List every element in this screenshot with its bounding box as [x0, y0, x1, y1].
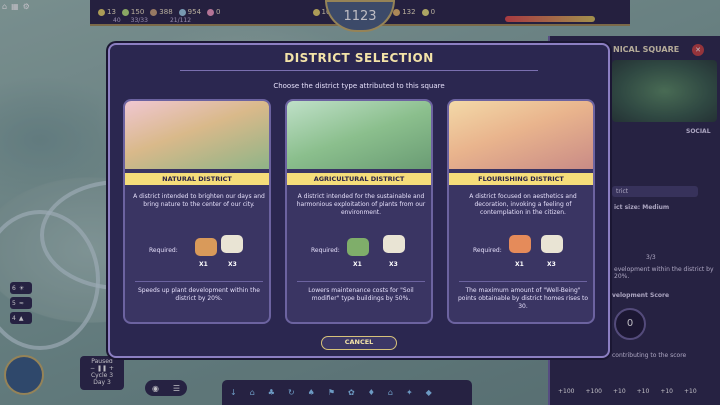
- building-icon: [509, 235, 531, 253]
- district-description: A district focused on aesthetics and dec…: [469, 193, 577, 216]
- dialog-subtitle: Choose the district type attributed to t…: [273, 82, 445, 90]
- building-icon: [347, 238, 369, 256]
- cancel-button[interactable]: CANCEL: [321, 336, 397, 350]
- citizen-icon: [221, 235, 243, 253]
- card-divider: [135, 281, 263, 282]
- dialog-title: DISTRICT SELECTION: [284, 51, 434, 65]
- citizen-qty: X3: [547, 261, 556, 268]
- district-illustration: [125, 101, 269, 169]
- citizen-qty: X3: [228, 261, 237, 268]
- citizen-icon: [541, 235, 563, 253]
- district-name: NATURAL DISTRICT: [125, 173, 269, 185]
- required-label: Required:: [149, 247, 178, 254]
- title-divider: [180, 70, 538, 71]
- citizen-icon: [383, 235, 405, 253]
- district-illustration: [449, 101, 593, 169]
- district-card-agricultural[interactable]: AGRICULTURAL DISTRICT A district intende…: [285, 99, 433, 324]
- card-divider: [459, 281, 587, 282]
- building-qty: X1: [515, 261, 524, 268]
- district-name: FLOURISHING DISTRICT: [449, 173, 593, 185]
- district-effect: Lowers maintenance costs for "Soil modif…: [308, 287, 414, 302]
- building-icon: [195, 238, 217, 256]
- district-card-flourishing[interactable]: FLOURISHING DISTRICT A district focused …: [447, 99, 595, 324]
- building-qty: X1: [353, 261, 362, 268]
- district-description: A district intended for the sustainable …: [296, 193, 426, 216]
- card-divider: [297, 281, 425, 282]
- district-name: AGRICULTURAL DISTRICT: [287, 173, 431, 185]
- building-qty: X1: [199, 261, 208, 268]
- district-description: A district intended to brighten our days…: [133, 193, 265, 208]
- district-effect: The maximum amount of "Well-Being" point…: [457, 287, 589, 310]
- district-card-natural[interactable]: NATURAL DISTRICT A district intended to …: [123, 99, 271, 324]
- required-label: Required:: [473, 247, 502, 254]
- district-effect: Speeds up plant development within the d…: [137, 287, 260, 302]
- citizen-qty: X3: [389, 261, 398, 268]
- required-label: Required:: [311, 247, 340, 254]
- district-illustration: [287, 101, 431, 169]
